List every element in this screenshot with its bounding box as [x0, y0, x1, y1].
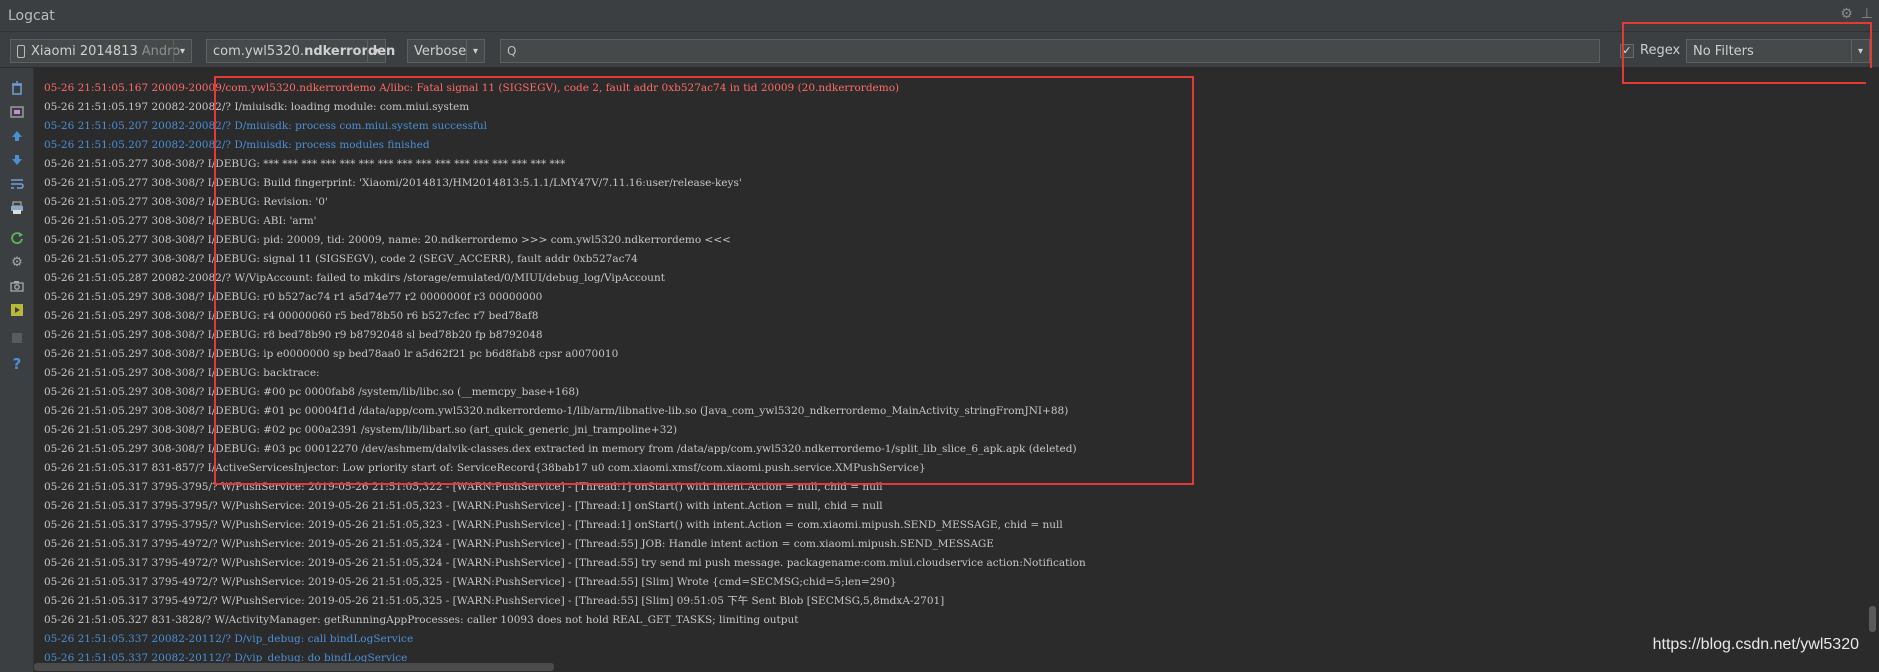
- search-input[interactable]: Q: [500, 39, 1600, 63]
- trash-icon[interactable]: [9, 80, 25, 96]
- filter-select[interactable]: No Filters ▾: [1686, 39, 1870, 63]
- help-icon[interactable]: ?: [9, 355, 25, 373]
- horizontal-scrollbar[interactable]: [34, 662, 1866, 672]
- log-line[interactable]: 05-26 21:51:05.337 20082-20112/? D/vip_d…: [44, 630, 413, 649]
- log-line[interactable]: 05-26 21:51:05.317 3795-3795/? W/PushSer…: [44, 497, 883, 516]
- chevron-down-icon[interactable]: ▾: [173, 40, 191, 62]
- log-line[interactable]: 05-26 21:51:05.297 308-308/? I/DEBUG: r8…: [44, 326, 543, 345]
- log-level-value: Verbose: [414, 43, 467, 59]
- gear-icon[interactable]: ⚙: [1840, 6, 1853, 22]
- restart-icon[interactable]: [9, 230, 25, 246]
- logcat-sidebar: ⚙ ?: [0, 68, 34, 672]
- log-line[interactable]: 05-26 21:51:05.277 308-308/? I/DEBUG: si…: [44, 250, 638, 269]
- log-line[interactable]: 05-26 21:51:05.167 20009-20009/com.ywl53…: [44, 79, 899, 98]
- device-name: Xiaomi 2014813: [31, 43, 138, 59]
- log-line[interactable]: 05-26 21:51:05.297 308-308/? I/DEBUG: #0…: [44, 383, 579, 402]
- filter-value: No Filters: [1693, 43, 1754, 59]
- log-line[interactable]: 05-26 21:51:05.317 831-857/? I/ActiveSer…: [44, 459, 926, 478]
- log-line[interactable]: 05-26 21:51:05.197 20082-20082/? I/miuis…: [44, 98, 469, 117]
- log-output[interactable]: 05-26 21:51:05.167 20009-20009/com.ywl53…: [34, 68, 1866, 664]
- log-line[interactable]: 05-26 21:51:05.297 308-308/? I/DEBUG: #0…: [44, 402, 1068, 421]
- camera-icon[interactable]: [9, 278, 25, 294]
- vertical-scrollbar[interactable]: [1866, 68, 1879, 664]
- log-line[interactable]: 05-26 21:51:05.277 308-308/? I/DEBUG: Bu…: [44, 174, 742, 193]
- log-line[interactable]: 05-26 21:51:05.327 831-3828/? W/Activity…: [44, 611, 798, 630]
- down-icon[interactable]: [9, 152, 25, 168]
- regex-label: Regex: [1640, 43, 1681, 58]
- log-line[interactable]: 05-26 21:51:05.207 20082-20082/? D/miuis…: [44, 117, 487, 136]
- screenshot-icon[interactable]: [9, 104, 25, 120]
- log-line[interactable]: 05-26 21:51:05.287 20082-20082/? W/VipAc…: [44, 269, 665, 288]
- log-line[interactable]: 05-26 21:51:05.277 308-308/? I/DEBUG: pi…: [44, 231, 731, 250]
- screen-record-icon[interactable]: [9, 302, 25, 318]
- logcat-title-bar: Logcat ⚙ ⊥: [0, 0, 1879, 32]
- stop-icon[interactable]: [9, 330, 25, 346]
- up-icon[interactable]: [9, 128, 25, 144]
- chevron-down-icon[interactable]: ▾: [466, 40, 484, 62]
- horizontal-scroll-thumb[interactable]: [34, 663, 554, 671]
- log-line[interactable]: 05-26 21:51:05.297 308-308/? I/DEBUG: r4…: [44, 307, 538, 326]
- log-line[interactable]: 05-26 21:51:05.297 308-308/? I/DEBUG: ba…: [44, 364, 320, 383]
- gear-icon[interactable]: ⚙: [9, 254, 25, 270]
- log-line[interactable]: 05-26 21:51:05.317 3795-3795/? W/PushSer…: [44, 478, 883, 497]
- log-line[interactable]: 05-26 21:51:05.317 3795-4972/? W/PushSer…: [44, 535, 994, 554]
- regex-toggle[interactable]: ✓ Regex: [1620, 43, 1680, 58]
- log-line[interactable]: 05-26 21:51:05.277 308-308/? I/DEBUG: Re…: [44, 193, 328, 212]
- search-icon: Q: [507, 44, 517, 58]
- process-select[interactable]: com.ywl5320. ndkerrorden ▾: [206, 39, 395, 63]
- log-line[interactable]: 05-26 21:51:05.277 308-308/? I/DEBUG: **…: [44, 155, 565, 174]
- regex-checkbox[interactable]: ✓: [1620, 43, 1634, 58]
- vertical-scroll-thumb[interactable]: [1869, 606, 1876, 632]
- log-line[interactable]: 05-26 21:51:05.317 3795-4972/? W/PushSer…: [44, 573, 897, 592]
- device-select[interactable]: Xiaomi 2014813 Andro ▾: [10, 39, 192, 63]
- pin-icon[interactable]: ⊥: [1861, 6, 1873, 22]
- log-line[interactable]: 05-26 21:51:05.317 3795-4972/? W/PushSer…: [44, 592, 944, 611]
- log-line[interactable]: 05-26 21:51:05.317 3795-3795/? W/PushSer…: [44, 516, 1063, 535]
- phone-icon: [17, 44, 25, 58]
- chevron-down-icon[interactable]: ▾: [367, 40, 385, 62]
- watermark: https://blog.csdn.net/ywl5320: [1652, 636, 1859, 653]
- package-prefix: com.ywl5320.: [213, 43, 305, 59]
- window-title: Logcat: [8, 7, 55, 24]
- logcat-toolbar: Xiaomi 2014813 Andro ▾ com.ywl5320. ndker…: [0, 32, 1879, 68]
- log-line[interactable]: 05-26 21:51:05.297 308-308/? I/DEBUG: #0…: [44, 421, 677, 440]
- title-bar-actions: ⚙ ⊥: [1840, 6, 1873, 22]
- print-icon[interactable]: [9, 200, 25, 216]
- log-line[interactable]: 05-26 21:51:05.317 3795-4972/? W/PushSer…: [44, 554, 1086, 573]
- log-line[interactable]: 05-26 21:51:05.297 308-308/? I/DEBUG: ip…: [44, 345, 618, 364]
- log-line[interactable]: 05-26 21:51:05.297 308-308/? I/DEBUG: #0…: [44, 440, 1077, 459]
- chevron-down-icon[interactable]: ▾: [1851, 40, 1869, 62]
- log-line[interactable]: 05-26 21:51:05.297 308-308/? I/DEBUG: r0…: [44, 288, 542, 307]
- log-level-select[interactable]: Verbose ▾: [407, 39, 485, 63]
- soft-wrap-icon[interactable]: [9, 176, 25, 192]
- log-line[interactable]: 05-26 21:51:05.207 20082-20082/? D/miuis…: [44, 136, 430, 155]
- log-line[interactable]: 05-26 21:51:05.277 308-308/? I/DEBUG: AB…: [44, 212, 317, 231]
